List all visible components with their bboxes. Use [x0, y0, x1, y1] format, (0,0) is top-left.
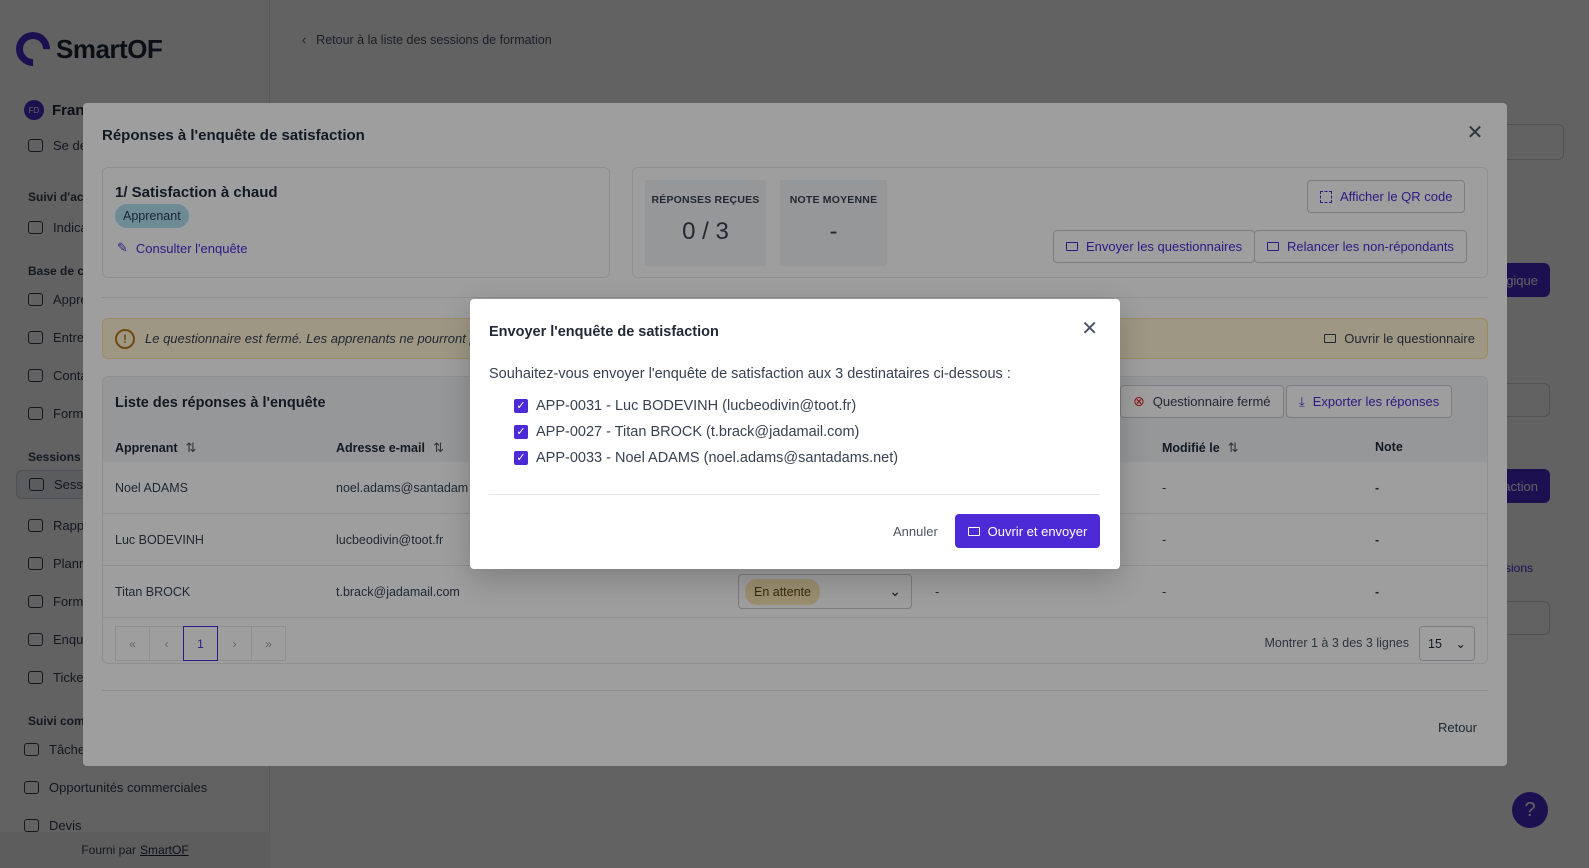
open-and-send-button[interactable]: Ouvrir et envoyer [955, 514, 1100, 548]
checkbox-checked-icon[interactable]: ✓ [514, 451, 528, 465]
checkbox-checked-icon[interactable]: ✓ [514, 425, 528, 439]
cancel-button[interactable]: Annuler [893, 524, 938, 539]
checkbox-checked-icon[interactable]: ✓ [514, 399, 528, 413]
close-icon[interactable]: ✕ [1081, 319, 1098, 339]
recipient-item[interactable]: ✓ APP-0027 - Titan BROCK (t.brack@jadama… [514, 419, 898, 445]
recipient-list: ✓ APP-0031 - Luc BODEVINH (lucbeodivin@t… [514, 393, 898, 471]
recipient-label: APP-0031 - Luc BODEVINH (lucbeodivin@too… [536, 398, 857, 414]
dialog-title: Envoyer l'enquête de satisfaction [489, 324, 719, 340]
divider [489, 494, 1100, 495]
send-survey-dialog: Envoyer l'enquête de satisfaction ✕ Souh… [470, 299, 1120, 569]
recipient-label: APP-0027 - Titan BROCK (t.brack@jadamail… [536, 424, 860, 440]
confirm-label: Ouvrir et envoyer [987, 523, 1088, 539]
mail-icon [967, 526, 980, 536]
recipient-item[interactable]: ✓ APP-0033 - Noel ADAMS (noel.adams@sant… [514, 445, 898, 471]
recipient-label: APP-0033 - Noel ADAMS (noel.adams@santad… [536, 450, 899, 466]
recipient-item[interactable]: ✓ APP-0031 - Luc BODEVINH (lucbeodivin@t… [514, 393, 898, 419]
dialog-question: Souhaitez-vous envoyer l'enquête de sati… [489, 366, 1011, 382]
